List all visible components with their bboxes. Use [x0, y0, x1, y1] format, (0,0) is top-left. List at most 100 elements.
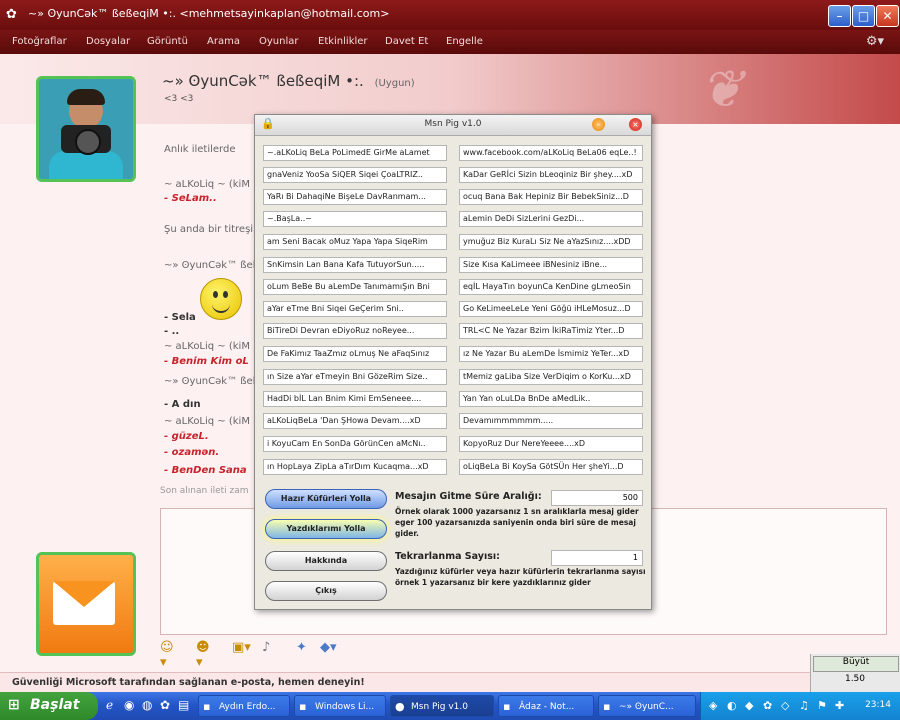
dialog-minimize-button[interactable]: –	[592, 118, 605, 131]
voice-clip-icon[interactable]: ♪	[262, 640, 270, 655]
exit-button[interactable]: Çıkış	[265, 581, 387, 601]
taskbar-button[interactable]: ▪ ~» ʘyunC...	[598, 695, 696, 717]
message-field-right-3[interactable]: ocuq Bana Bak Hepiniz Bir BebekSiniz...D	[459, 189, 643, 205]
tray-flag-icon[interactable]: ⚑	[817, 699, 827, 712]
tray-antivirus-icon[interactable]: ◆	[745, 699, 753, 712]
zoom-button[interactable]: Büyüt	[813, 656, 899, 672]
emoticon-icon[interactable]: ☺▾	[160, 640, 174, 670]
message-field-left-4[interactable]: ~.BaşLa..~	[263, 211, 447, 227]
quicklaunch-media-icon[interactable]: ◉	[124, 698, 134, 712]
menu-block[interactable]: Engelle	[446, 36, 483, 47]
menu-view[interactable]: Görüntü	[147, 36, 188, 47]
send-typed-button[interactable]: Yazdıklarımı Yolla	[265, 519, 387, 539]
about-button[interactable]: Hakkında	[265, 551, 387, 571]
contact-status: (Uygun)	[374, 78, 415, 89]
message-field-left-8[interactable]: aYar eTme Bni Siqei GeÇerim Sni..	[263, 301, 447, 317]
message-field-right-2[interactable]: KaDar GeRİci Sizin bLeoqiniz Bir şhey...…	[459, 167, 643, 183]
menu-invite[interactable]: Davet Et	[385, 36, 428, 47]
message-field-left-9[interactable]: BiTireDi Devran eDiyoRuz noReyee...	[263, 323, 447, 339]
conversation-line: ~ aLKoLiq ~ (kiM	[164, 179, 250, 190]
quicklaunch-messenger-icon[interactable]: ✿	[160, 698, 170, 712]
contact-name: ~» ʘyunCək™ ßeßeqiM •:. (Uygun)	[162, 72, 415, 90]
maximize-button[interactable]: □	[852, 5, 875, 27]
tray-volume-icon[interactable]: ◐	[727, 699, 737, 712]
message-field-left-14[interactable]: i KoyuCam En SonDa GörünCen aMcNı..	[263, 436, 447, 452]
tray-update-icon[interactable]: ✚	[835, 699, 844, 712]
conversation-line: - ..	[164, 326, 180, 337]
send-ready-insults-button[interactable]: Hazır Küfürleri Yolla	[265, 489, 387, 509]
tools-icon[interactable]: ⚙▾	[866, 34, 884, 49]
message-field-left-1[interactable]: ~.aLKoLiq BeLa PoLimedE GirMe aLamet	[263, 145, 447, 161]
message-field-right-9[interactable]: TRL<C Ne Yazar Bzim İkiRaTimiz Yter...D	[459, 323, 643, 339]
last-message-time: Son alınan ileti zam	[160, 486, 249, 496]
msn-pig-dialog: 🔒 Msn Pig v1.0 – × ~.aLKoLiq BeLa PoLime…	[254, 114, 652, 610]
message-field-left-2[interactable]: gnaVeniz YooSa SiQER Siqei ÇoaLTRIZ..	[263, 167, 447, 183]
tray-network-icon[interactable]: ◈	[709, 699, 717, 712]
menu-files[interactable]: Dosyalar	[86, 36, 130, 47]
ad-bar[interactable]: Güvenliği Microsoft tarafından sağlanan …	[0, 672, 810, 693]
quicklaunch-ie-icon[interactable]: ℯ	[106, 698, 113, 712]
message-field-right-14[interactable]: KopyoRuz Dur NereYeeee....xD	[459, 436, 643, 452]
zoom-value: 1.50	[844, 674, 866, 684]
message-field-right-10[interactable]: ız Ne Yazar Bu aLemDe İsmimiz YeTer...xD	[459, 346, 643, 362]
system-tray: ◈ ◐ ◆ ✿ ◇ ♫ ⚑ ✚ 23:14	[700, 692, 900, 720]
taskbar-button[interactable]: ▪ Windows Li...	[294, 695, 386, 717]
message-field-right-11[interactable]: tMemiz gaLiba Size VerDiqim o KorKu...xD	[459, 369, 643, 385]
tray-messenger-icon[interactable]: ✿	[763, 699, 772, 712]
clock: 23:14	[865, 700, 891, 710]
message-field-right-1[interactable]: www.facebook.com/aLKoLiq BeLa06 eqLe..!	[459, 145, 643, 161]
message-field-left-15[interactable]: ın HopLaya ZipLa aTırDım Kucaqma...xD	[263, 459, 447, 475]
message-field-left-10[interactable]: De FaKimız TaaZmız oLmuş Ne aFaqSınız	[263, 346, 447, 362]
dialog-close-button[interactable]: ×	[629, 118, 642, 131]
message-field-left-12[interactable]: HadDi bİL Lan Bnim Kimi EmSeneee....	[263, 391, 447, 407]
interval-input[interactable]: 500	[551, 490, 643, 506]
menu-games[interactable]: Oyunlar	[259, 36, 298, 47]
background-decoration: ❦	[700, 60, 744, 120]
contact-personal-message: <3 <3	[164, 94, 194, 104]
quicklaunch-folder-icon[interactable]: ▤	[178, 698, 189, 712]
background-icon[interactable]: ▣▾	[232, 640, 251, 655]
contact-avatar[interactable]	[36, 76, 136, 182]
message-field-right-7[interactable]: eqİL HayaTın boyunCa KenDine gLmeoSin	[459, 279, 643, 295]
message-field-right-6[interactable]: Size Kısa KaLimeee iBNesiniz iBne...	[459, 257, 643, 273]
window-icon: ▪	[503, 700, 511, 713]
menu-photos[interactable]: Fotoğraflar	[12, 36, 67, 47]
menu-search[interactable]: Arama	[207, 36, 240, 47]
interval-label: Mesajın Gitme Süre Aralığı:	[395, 491, 542, 502]
message-field-right-5[interactable]: ymuğuz Biz KuraLı Siz Ne aYazSınız....xD…	[459, 234, 643, 250]
start-button[interactable]: ⊞ Başlat	[0, 692, 98, 720]
message-field-left-11[interactable]: ın Size aYar eTmeyin Bni GözeRim Size..	[263, 369, 447, 385]
games-icon[interactable]: ◆▾	[320, 640, 337, 655]
message-field-right-12[interactable]: Yan Yan oLuLDa BnDe aMedLik..	[459, 391, 643, 407]
conversation-line: ~ aLKoLiq ~ (kiM	[164, 416, 250, 427]
message-field-right-8[interactable]: Go KeLimeeLeLe Yeni Göğü iHLeMosuz...D	[459, 301, 643, 317]
dialog-title-bar[interactable]: 🔒 Msn Pig v1.0 – ×	[255, 115, 651, 136]
taskbar-button-active[interactable]: ● Msn Pig v1.0	[390, 695, 494, 717]
hotmail-envelope-icon[interactable]	[36, 552, 136, 656]
smiley-emoticon-icon	[200, 278, 242, 320]
message-field-left-13[interactable]: aLKoLiqBeLa 'Dan ŞHowa Devam....xD	[263, 413, 447, 429]
wink-icon[interactable]: ☻▾	[196, 640, 210, 670]
window-title-bar[interactable]: ✿ ~» ʘyunCək™ ßeßeqiM •:. <mehmetsayinka…	[0, 0, 900, 30]
window-icon: ▪	[203, 700, 211, 713]
taskbar-button[interactable]: ▪ Aydın Erdo...	[198, 695, 290, 717]
tray-shield-icon[interactable]: ◇	[781, 699, 789, 712]
message-field-left-7[interactable]: oLum BeBe Bu aLemDe TanımamıŞın Bni	[263, 279, 447, 295]
minimize-button[interactable]: –	[828, 5, 851, 27]
message-field-left-3[interactable]: YaRı Bi DahaqiNe BişeLe DavRanmam...	[263, 189, 447, 205]
message-field-left-5[interactable]: am Seni Bacak oMuz Yapa Yapa SiqeRim	[263, 234, 447, 250]
nudge-icon[interactable]: ✦	[296, 640, 307, 655]
menu-activities[interactable]: Etkinlikler	[318, 36, 368, 47]
message-field-right-15[interactable]: oLiqBeLa Bi KoySa GötSÜn Her şheYi...D	[459, 459, 643, 475]
repeat-input[interactable]: 1	[551, 550, 643, 566]
close-button[interactable]: ✕	[876, 5, 899, 27]
taskbar-button[interactable]: ▪ Âdaz - Not...	[498, 695, 594, 717]
quicklaunch-firefox-icon[interactable]: ◍	[142, 698, 152, 712]
message-field-right-4[interactable]: aLemin DeDi SizLerini GezDi...	[459, 211, 643, 227]
ad-text[interactable]: Güvenliği Microsoft tarafından sağlanan …	[12, 677, 365, 688]
windows-logo-icon: ⊞	[8, 697, 20, 713]
interval-description: Örnek olarak 1000 yazarsanız 1 sn aralık…	[395, 507, 639, 538]
message-field-left-6[interactable]: SnKimsin Lan Bana Kafa TutuyorSun.....	[263, 257, 447, 273]
tray-speaker-icon[interactable]: ♫	[799, 699, 809, 712]
message-field-right-13[interactable]: Devamımmmmmm.....	[459, 413, 643, 429]
